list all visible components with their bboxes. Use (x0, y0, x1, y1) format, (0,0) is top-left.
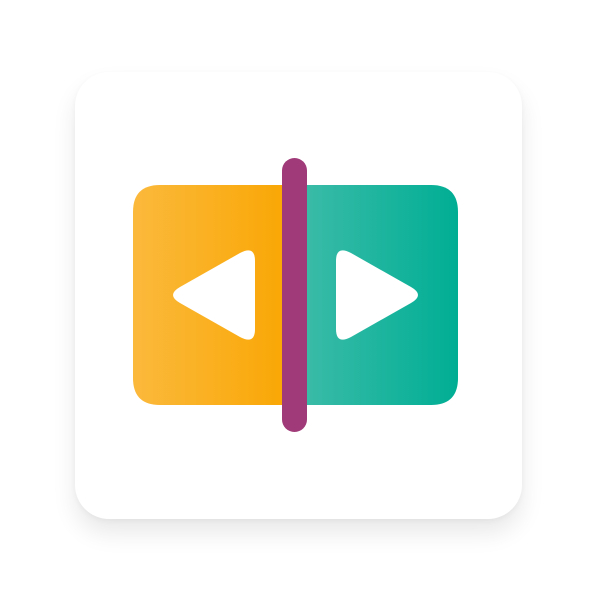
icon-canvas (0, 0, 591, 591)
split-video-compare-icon (133, 158, 458, 432)
split-divider-bar[interactable] (282, 158, 307, 432)
